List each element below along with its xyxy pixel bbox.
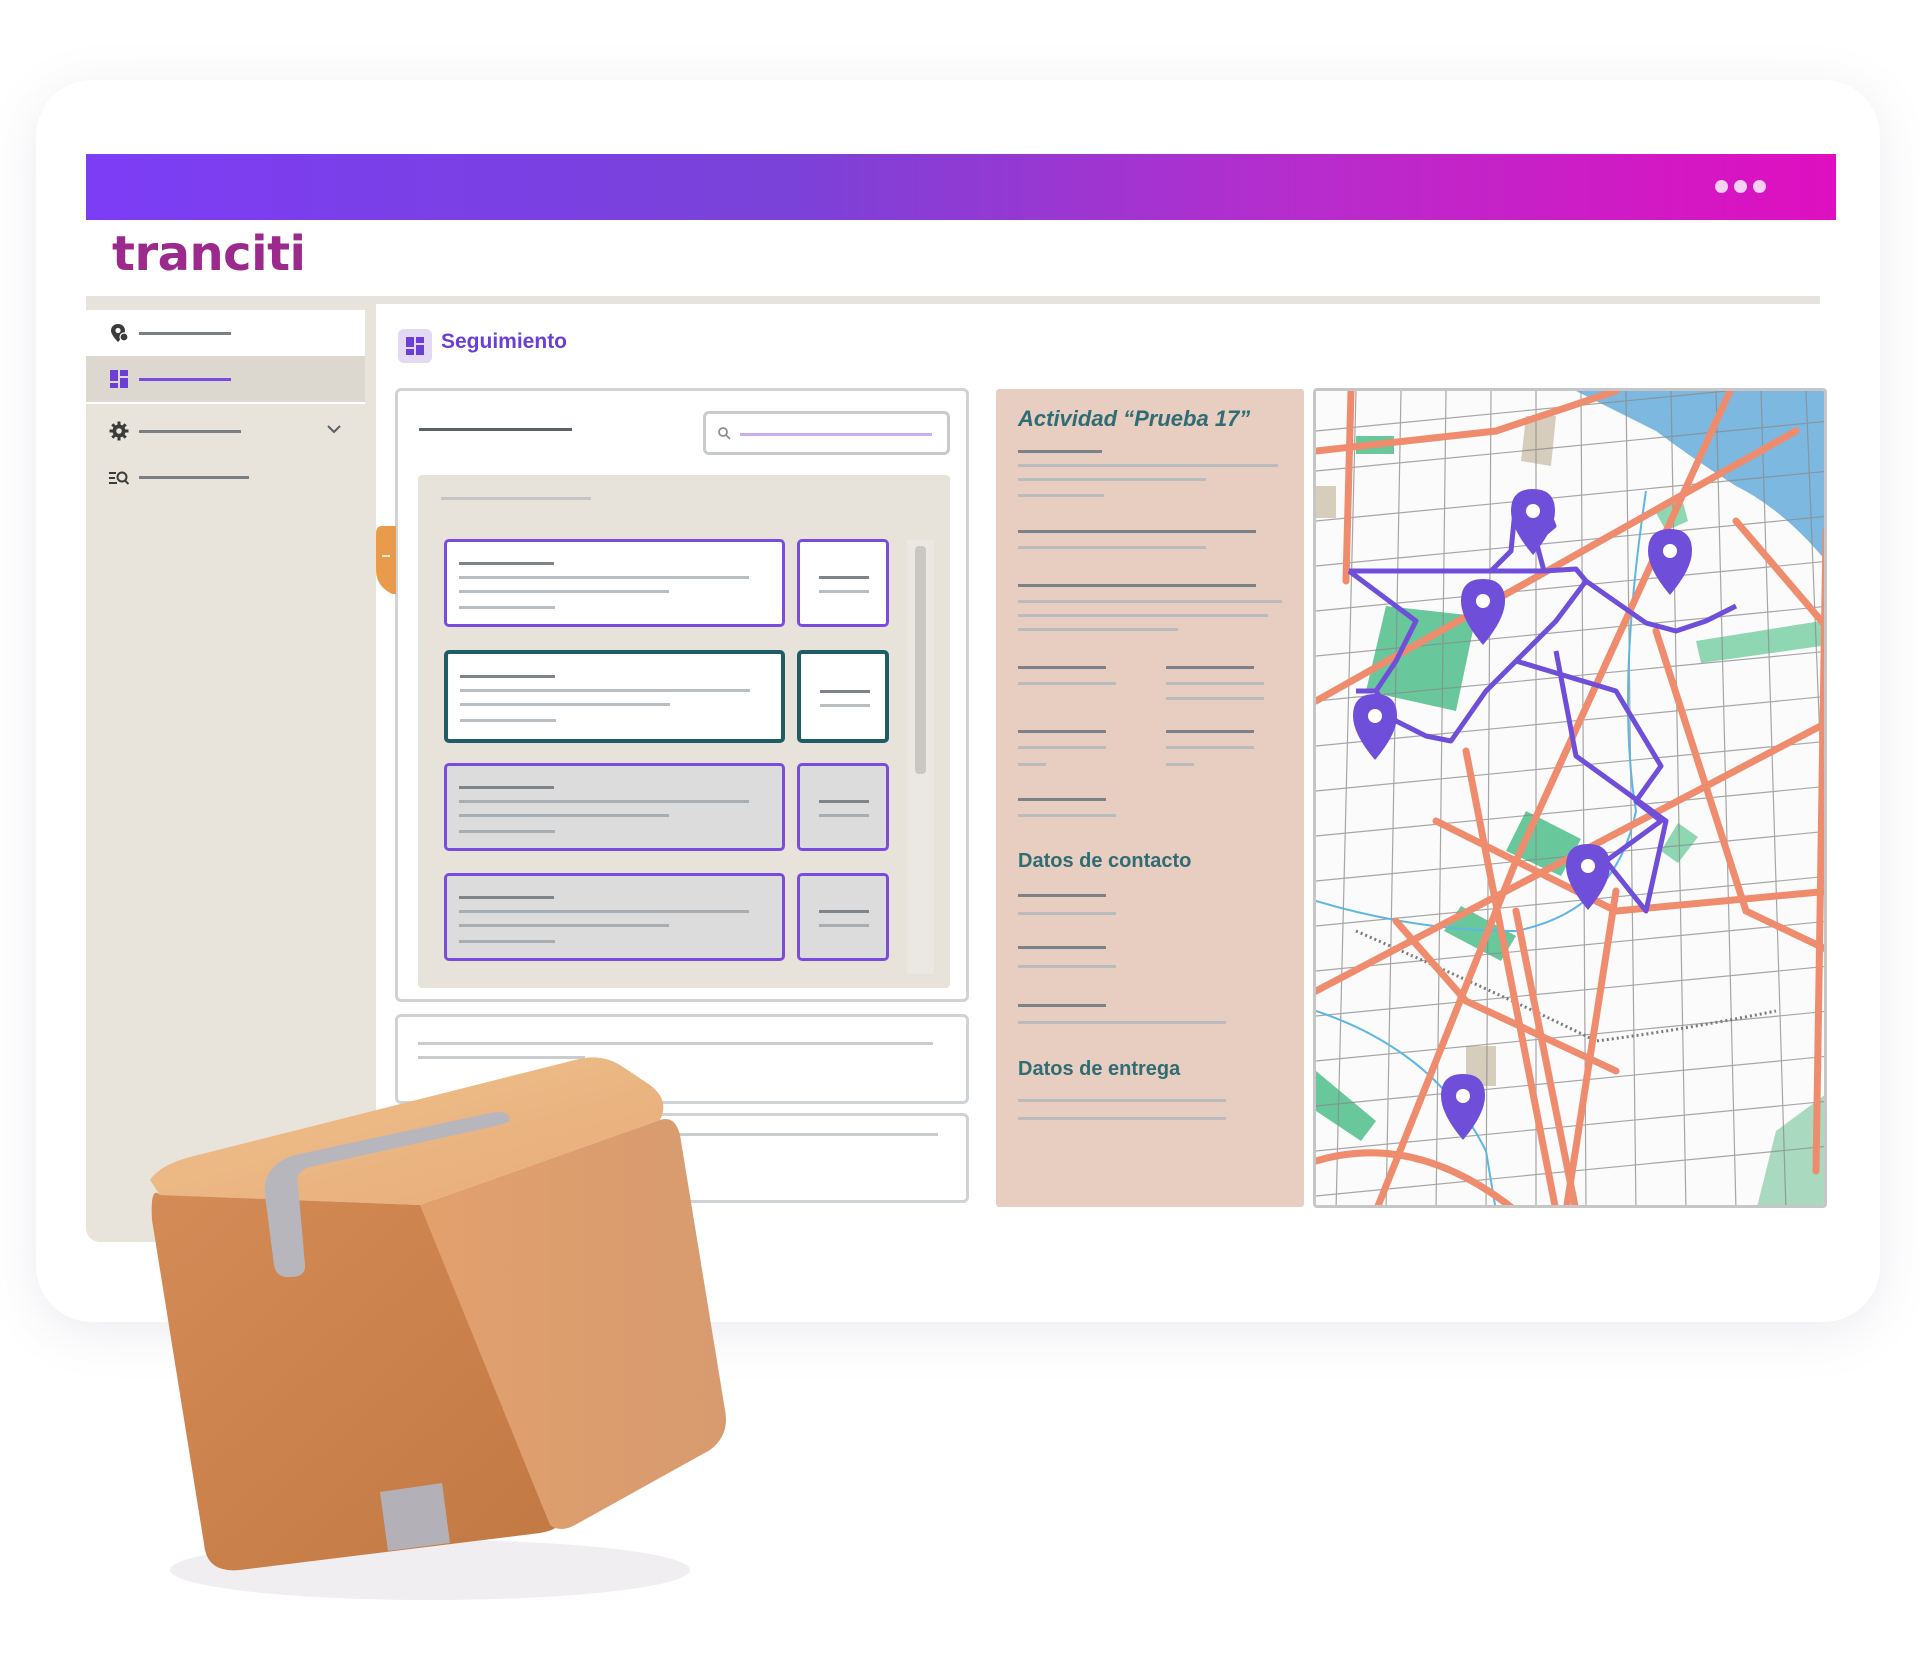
sidebar-item-search[interactable] (86, 454, 365, 500)
list-header-placeholder (419, 428, 572, 431)
contact-section-label: Datos de contacto (1018, 850, 1192, 872)
sidebar-item-settings[interactable] (86, 408, 365, 454)
header-divider (86, 296, 1820, 304)
search-input[interactable] (703, 411, 950, 455)
list-item-action[interactable] (797, 873, 889, 961)
sidebar-item-dashboard[interactable] (86, 356, 365, 402)
list-item[interactable] (444, 539, 785, 627)
list-subheader-placeholder (441, 497, 591, 500)
gear-icon (109, 421, 129, 441)
dashboard-icon (398, 329, 432, 363)
delivery-section-label: Datos de entrega (1018, 1058, 1181, 1080)
search-icon (718, 427, 731, 440)
window-titlebar (86, 154, 1836, 220)
chevron-down-icon[interactable] (325, 420, 343, 438)
activity-title: Actividad “Prueba 17” (1018, 406, 1251, 431)
sidebar-item-tracking-map[interactable] (86, 310, 365, 356)
scrollbar-thumb[interactable] (915, 546, 926, 774)
list-item-selected[interactable] (444, 650, 785, 743)
search-list-icon (109, 471, 129, 485)
list-item[interactable] (444, 873, 785, 961)
list-item-action-selected[interactable] (797, 650, 889, 743)
page-title: Seguimiento (441, 330, 568, 353)
dashboard-icon (110, 370, 128, 388)
list-item-action[interactable] (797, 539, 889, 627)
package-box-illustration (150, 1057, 726, 1600)
list-item-action[interactable] (797, 763, 889, 851)
list-item[interactable] (444, 763, 785, 851)
map-canvas[interactable] (1316, 391, 1827, 1208)
location-gear-icon (111, 324, 129, 342)
window-menu-dots[interactable] (1715, 180, 1766, 193)
route-map[interactable] (1313, 388, 1827, 1208)
app-logo: tranciti (112, 226, 306, 282)
collapse-tab-icon[interactable] (376, 526, 396, 594)
